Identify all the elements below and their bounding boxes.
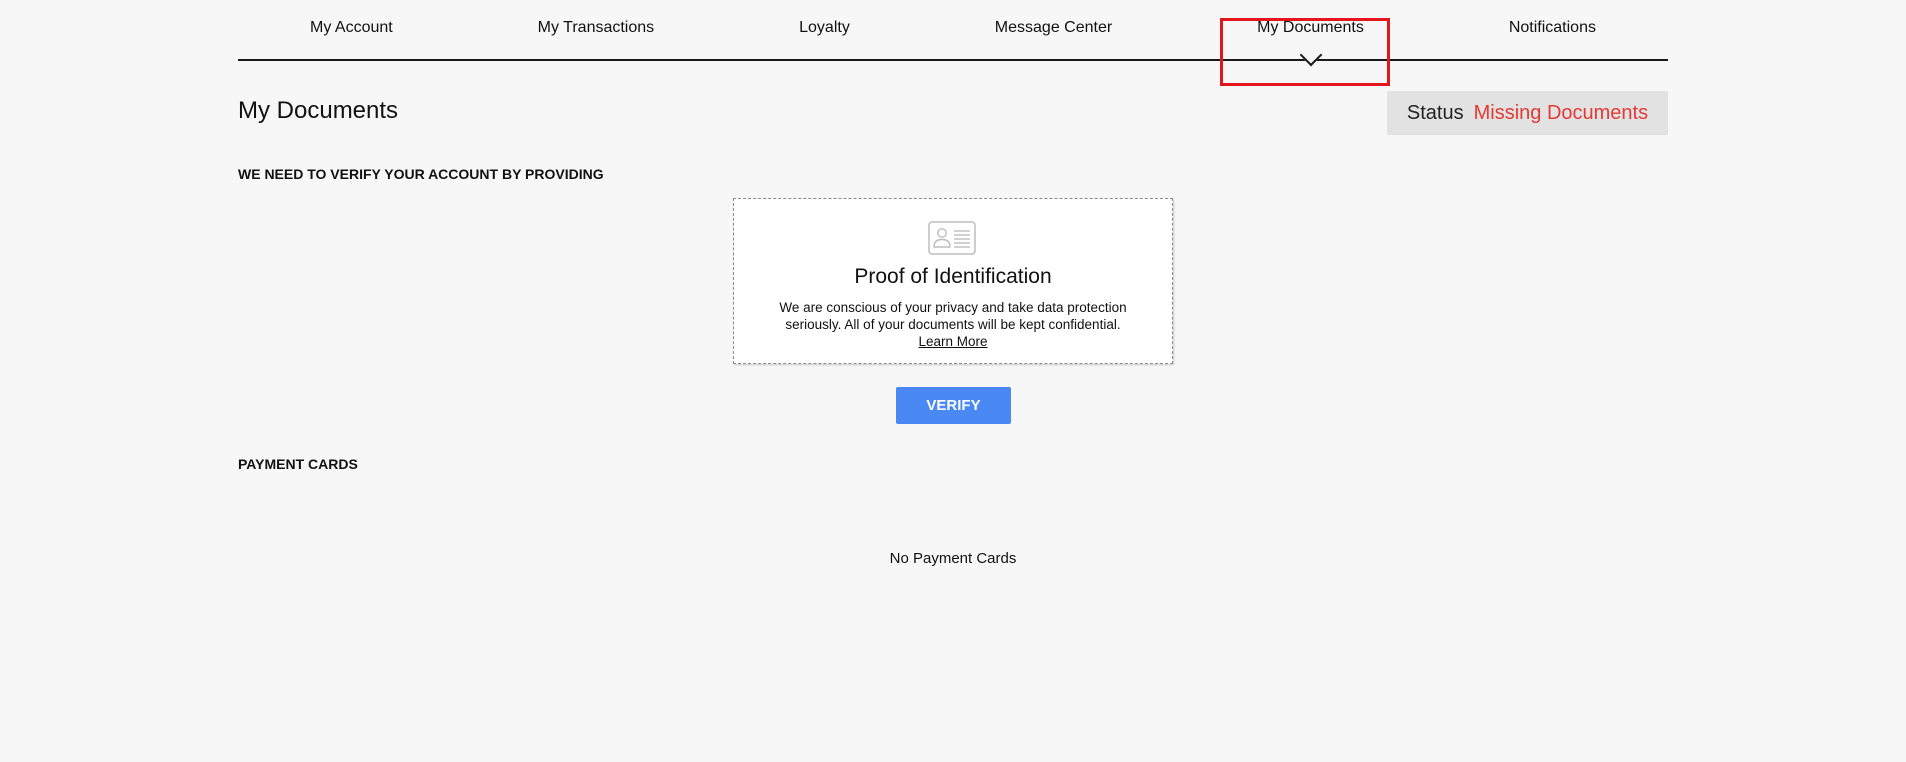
proof-card-description: We are conscious of your privacy and tak… <box>778 299 1128 350</box>
no-payment-cards-message: No Payment Cards <box>889 550 1017 567</box>
verify-button[interactable]: VERIFY <box>896 387 1011 424</box>
tab-message-center[interactable]: Message Center <box>983 19 1124 37</box>
privacy-text: We are conscious of your privacy and tak… <box>779 300 1127 332</box>
verify-section-heading: WE NEED TO VERIFY YOUR ACCOUNT BY PROVID… <box>238 166 604 182</box>
learn-more-link[interactable]: Learn More <box>918 334 987 349</box>
tab-loyalty[interactable]: Loyalty <box>787 19 862 37</box>
id-card-icon <box>928 221 976 255</box>
proof-of-identification-card: Proof of Identification We are conscious… <box>733 198 1173 364</box>
tab-my-documents[interactable]: My Documents <box>1245 19 1376 37</box>
tab-notifications[interactable]: Notifications <box>1497 19 1608 37</box>
status-value: Missing Documents <box>1473 101 1649 124</box>
payment-cards-heading: PAYMENT CARDS <box>238 456 358 472</box>
status-label: Status <box>1406 101 1464 124</box>
tab-my-account[interactable]: My Account <box>298 19 405 37</box>
proof-card-title: Proof of Identification <box>854 265 1052 288</box>
top-navigation: My Account My Transactions Loyalty Messa… <box>238 0 1668 61</box>
page-title: My Documents <box>238 97 399 124</box>
tab-my-transactions[interactable]: My Transactions <box>526 19 666 37</box>
status-badge: Status Missing Documents <box>1387 91 1668 135</box>
